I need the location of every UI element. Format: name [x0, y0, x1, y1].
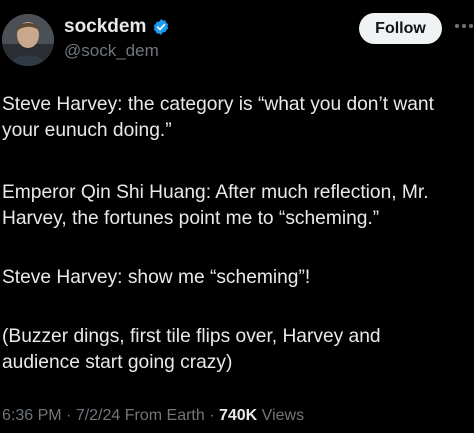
views-count[interactable]: 740K: [219, 407, 257, 424]
meta-separator: ·: [61, 407, 76, 424]
display-name[interactable]: sockdem: [64, 16, 146, 38]
tweet-source: From Earth: [120, 407, 205, 424]
tweet-meta: 6:36 PM · 7/2/24 From Earth · 740K Views: [2, 406, 304, 426]
avatar-photo: [2, 14, 54, 66]
tweet-header: sockdem @sock_dem Follow: [0, 0, 474, 72]
tweet-paragraph: Emperor Qin Shi Huang: After much reflec…: [2, 182, 429, 229]
tweet-time[interactable]: 6:36 PM: [2, 407, 62, 424]
more-dot: [455, 24, 459, 28]
follow-button[interactable]: Follow: [359, 13, 442, 44]
avatar[interactable]: [2, 14, 54, 66]
views-label: Views: [257, 407, 305, 424]
author-name-row: sockdem: [64, 16, 170, 38]
meta-separator: ·: [204, 407, 219, 424]
more-dot: [462, 24, 466, 28]
tweet-card: sockdem @sock_dem Follow Steve Harvey: t…: [0, 0, 474, 433]
more-options-icon[interactable]: [455, 20, 474, 32]
tweet-paragraph: Steve Harvey: show me “scheming”!: [2, 267, 311, 288]
verified-badge-icon: [154, 19, 169, 35]
tweet-paragraph: (Buzzer dings, first tile flips over, Ha…: [2, 326, 381, 373]
author-handle[interactable]: @sock_dem: [64, 41, 159, 61]
tweet-paragraph: Steve Harvey: the category is “what you …: [2, 94, 434, 141]
more-dot: [469, 24, 473, 28]
tweet-date[interactable]: 7/2/24: [76, 407, 120, 424]
